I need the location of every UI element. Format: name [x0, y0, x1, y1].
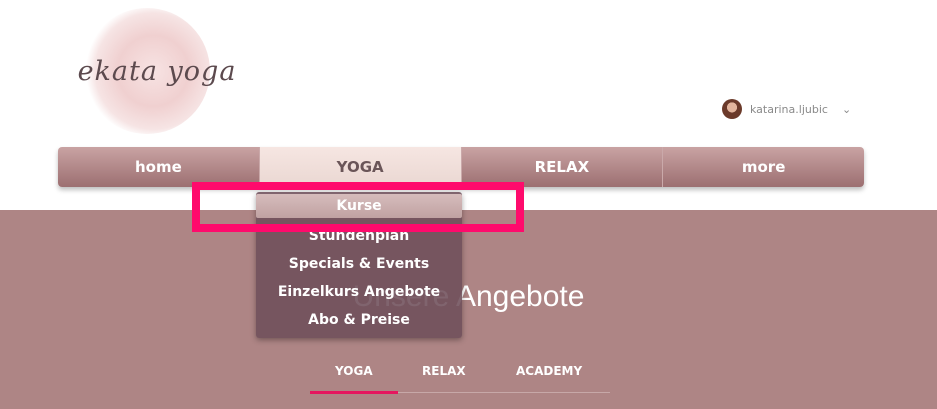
brand-logo[interactable]: ekata yoga — [62, 8, 252, 134]
dropdown-item-kurse[interactable]: Kurse — [256, 194, 462, 218]
tab-yoga[interactable]: YOGA — [335, 364, 373, 378]
section-title: Unsere Angebote — [352, 280, 585, 313]
user-name[interactable]: katarina.ljubic — [750, 103, 828, 116]
dropdown-item-abo-preise[interactable]: Abo & Preise — [256, 312, 462, 328]
avatar[interactable] — [722, 99, 742, 119]
dropdown-item-specials-events[interactable]: Specials & Events — [256, 256, 462, 272]
yoga-dropdown-menu: Kurse Stundenplan Specials & Events Einz… — [256, 192, 462, 338]
logo-text: ekata yoga — [77, 56, 237, 87]
nav-item-relax[interactable]: RELAX — [461, 147, 664, 187]
tab-relax[interactable]: RELAX — [422, 364, 466, 378]
main-navbar: home YOGA RELAX more — [58, 147, 864, 187]
active-tab-underline — [310, 391, 398, 394]
nav-item-home[interactable]: home — [58, 147, 260, 187]
tab-academy[interactable]: ACADEMY — [516, 364, 582, 378]
section-tabs: YOGA RELAX ACADEMY — [310, 364, 610, 394]
chevron-down-icon[interactable]: ⌄ — [842, 103, 851, 116]
nav-item-more[interactable]: more — [663, 147, 864, 187]
user-menu[interactable]: katarina.ljubic ⌄ — [722, 97, 851, 121]
nav-item-yoga[interactable]: YOGA — [259, 147, 462, 187]
dropdown-item-stundenplan[interactable]: Stundenplan — [256, 228, 462, 244]
dropdown-item-einzelkurs-angebote[interactable]: Einzelkurs Angebote — [256, 284, 462, 300]
